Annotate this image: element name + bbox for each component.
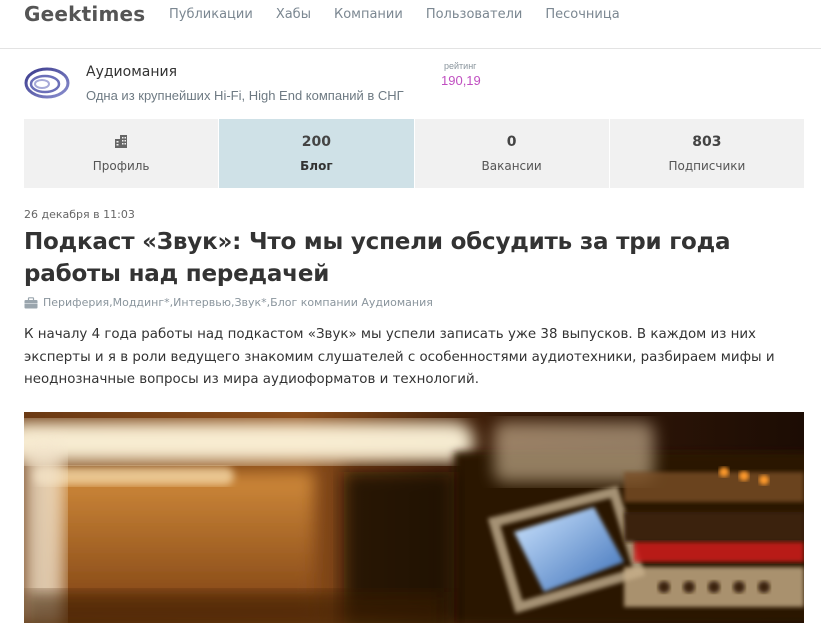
briefcase-icon <box>24 296 38 308</box>
hub-link[interactable]: Моддинг* <box>113 296 170 309</box>
site-logo[interactable]: Geektimes <box>24 2 145 26</box>
top-navigation: Geektimes Публикации Хабы Компании Польз… <box>0 0 821 49</box>
tab-vacancies[interactable]: 0 Вакансии <box>415 119 610 188</box>
hub-link[interactable]: Периферия <box>43 296 109 309</box>
nav-item-publications[interactable]: Публикации <box>169 7 253 22</box>
post-title[interactable]: Подкаст «Звук»: Что мы успели обсудить з… <box>24 226 764 290</box>
rating-value: 190,19 <box>441 73 481 88</box>
tab-blog[interactable]: 200 Блог <box>219 119 415 188</box>
post-hero-image[interactable] <box>24 412 804 623</box>
nav-item-hubs[interactable]: Хабы <box>276 7 311 22</box>
main-nav: Публикации Хабы Компании Пользователи Пе… <box>169 7 643 22</box>
hub-link[interactable]: Звук* <box>234 296 266 309</box>
building-icon <box>115 135 128 148</box>
rating-label: рейтинг <box>444 61 477 71</box>
nav-item-sandbox[interactable]: Песочница <box>545 7 619 22</box>
post-lead-text: К началу 4 года работы над подкастом «Зв… <box>24 327 775 387</box>
post-hubs: Периферия, Моддинг*, Интервью, Звук*, Бл… <box>24 296 433 309</box>
tab-blog-count: 200 <box>301 134 331 150</box>
company-logo-icon[interactable] <box>24 66 70 100</box>
company-tabs: Профиль 200 Блог 0 Вакансии 803 Подписчи… <box>24 119 804 188</box>
hub-link[interactable]: Интервью <box>173 296 231 309</box>
nav-item-users[interactable]: Пользователи <box>426 7 523 22</box>
company-rating: рейтинг 190,19 <box>441 61 501 88</box>
tab-subscribers[interactable]: 803 Подписчики <box>610 119 804 188</box>
tab-profile-icon-wrap <box>24 134 218 152</box>
tab-profile-label: Профиль <box>92 159 150 173</box>
tab-subscribers-count: 803 <box>692 134 722 150</box>
hub-link[interactable]: Блог компании Аудиомания <box>270 296 433 309</box>
tab-vacancies-count: 0 <box>506 134 517 150</box>
company-name[interactable]: Аудиомания <box>86 64 177 80</box>
nav-item-companies[interactable]: Компании <box>334 7 403 22</box>
company-description: Одна из крупнейших Hi-Fi, High End компа… <box>86 88 404 103</box>
tab-profile[interactable]: Профиль <box>24 119 220 188</box>
tab-vacancies-label: Вакансии <box>481 159 542 173</box>
post-date: 26 декабря в 11:03 <box>24 208 135 221</box>
tab-subscribers-label: Подписчики <box>668 159 746 173</box>
studio-photo-illustration <box>24 412 804 623</box>
tab-blog-label: Блог <box>300 159 333 173</box>
